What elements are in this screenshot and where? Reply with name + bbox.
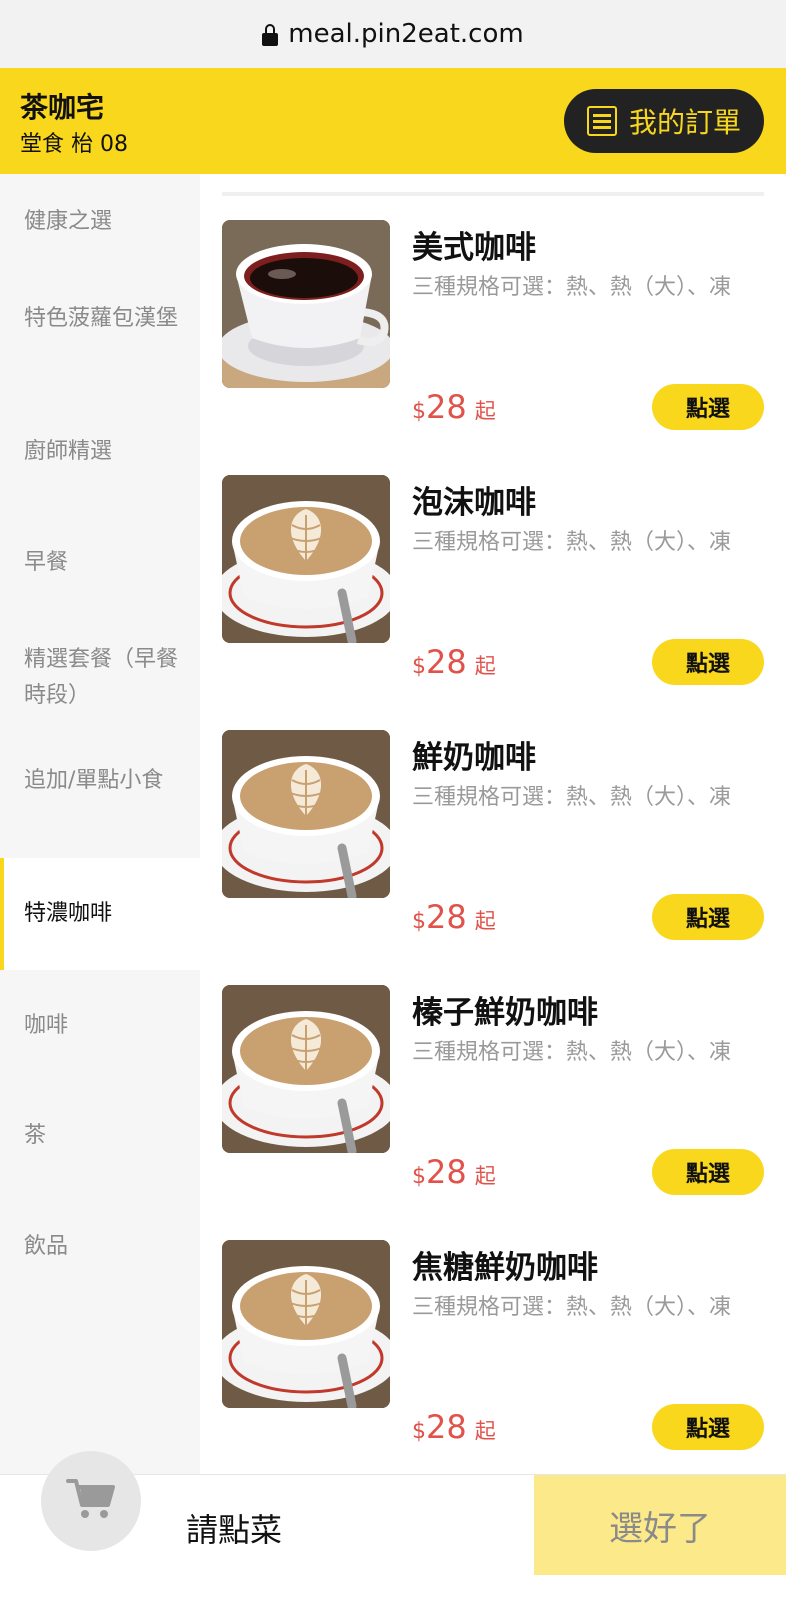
product-item: 泡沫咖啡 三種規格可選：熱、熱（大）、凍 $28 起 點選 bbox=[222, 475, 764, 731]
price-suffix: 起 bbox=[474, 399, 496, 423]
product-description: 三種規格可選：熱、熱（大）、凍 bbox=[412, 530, 732, 555]
confirm-selection-button[interactable]: 選好了 bbox=[534, 1475, 786, 1575]
sidebar-item-label: 特濃咖啡 bbox=[24, 901, 113, 926]
product-price: $28 起 bbox=[412, 388, 496, 426]
latte-art-image bbox=[222, 475, 390, 643]
price-amount: 28 bbox=[426, 388, 467, 426]
currency-symbol: $ bbox=[412, 1419, 426, 1444]
product-item: 美式咖啡 三種規格可選：熱、熱（大）、凍 $28 起 點選 bbox=[222, 220, 764, 476]
sidebar-item-label: 咖啡 bbox=[24, 1013, 69, 1038]
my-orders-label: 我的訂單 bbox=[628, 106, 741, 139]
product-item: 焦糖鮮奶咖啡 三種規格可選：熱、熱（大）、凍 $28 起 點選 bbox=[222, 1240, 764, 1496]
select-button[interactable]: 點選 bbox=[652, 894, 764, 940]
product-name: 榛子鮮奶咖啡 bbox=[412, 995, 598, 1031]
price-suffix: 起 bbox=[474, 1164, 496, 1188]
select-button[interactable]: 點選 bbox=[652, 1404, 764, 1450]
price-amount: 28 bbox=[426, 898, 467, 936]
price-suffix: 起 bbox=[474, 909, 496, 933]
store-header: 茶咖宅 堂食 枱 08 我的訂單 bbox=[0, 68, 786, 174]
price-amount: 28 bbox=[426, 1408, 467, 1446]
lock-icon bbox=[262, 24, 279, 46]
select-button[interactable]: 點選 bbox=[652, 384, 764, 430]
sidebar-item-coffee[interactable]: 咖啡 bbox=[0, 1008, 200, 1044]
sidebar-item-label: 特色菠蘿包漢堡 bbox=[24, 306, 179, 331]
product-name: 焦糖鮮奶咖啡 bbox=[412, 1250, 598, 1286]
product-name: 鮮奶咖啡 bbox=[412, 740, 536, 776]
price-amount: 28 bbox=[426, 643, 467, 681]
product-name: 美式咖啡 bbox=[412, 230, 536, 266]
product-price: $28 起 bbox=[412, 898, 496, 936]
price-suffix: 起 bbox=[474, 1419, 496, 1443]
sidebar-item-set-meal[interactable]: 精選套餐（早餐時段） bbox=[0, 642, 200, 714]
sidebar-item-drinks[interactable]: 飲品 bbox=[0, 1229, 200, 1265]
table-info: 堂食 枱 08 bbox=[20, 132, 128, 157]
sidebar-item-tea[interactable]: 茶 bbox=[0, 1118, 200, 1154]
product-description: 三種規格可選：熱、熱（大）、凍 bbox=[412, 275, 732, 300]
latte-art-image bbox=[222, 730, 390, 898]
list-divider bbox=[222, 192, 764, 196]
sidebar-item-label: 精選套餐（早餐時段） bbox=[24, 647, 179, 708]
latte-art-image bbox=[222, 1240, 390, 1408]
select-button[interactable]: 點選 bbox=[652, 1149, 764, 1195]
sidebar-item-label: 茶 bbox=[24, 1123, 47, 1148]
sidebar-item-snacks[interactable]: 追加/單點小食 bbox=[0, 763, 200, 799]
product-name: 泡沫咖啡 bbox=[412, 485, 536, 521]
product-description: 三種規格可選：熱、熱（大）、凍 bbox=[412, 785, 732, 810]
product-price: $28 起 bbox=[412, 1153, 496, 1191]
browser-address-bar[interactable]: meal.pin2eat.com bbox=[0, 0, 786, 68]
url-text: meal.pin2eat.com bbox=[288, 19, 524, 49]
price-suffix: 起 bbox=[474, 654, 496, 678]
checkout-bar: 請點菜 選好了 bbox=[0, 1451, 786, 1600]
sidebar-item-label: 健康之選 bbox=[24, 209, 113, 234]
sidebar-item-health[interactable]: 健康之選 bbox=[0, 204, 200, 240]
sidebar-item-label: 早餐 bbox=[24, 550, 69, 575]
cart-button[interactable] bbox=[41, 1451, 141, 1551]
product-price: $28 起 bbox=[412, 643, 496, 681]
sidebar-item-label: 飲品 bbox=[24, 1234, 69, 1259]
sidebar-item-label: 追加/單點小食 bbox=[24, 768, 164, 793]
sidebar-item-breakfast[interactable]: 早餐 bbox=[0, 545, 200, 581]
select-button[interactable]: 點選 bbox=[652, 639, 764, 685]
product-description: 三種規格可選：熱、熱（大）、凍 bbox=[412, 1295, 732, 1320]
sidebar-item-label: 廚師精選 bbox=[24, 439, 113, 464]
product-item: 榛子鮮奶咖啡 三種規格可選：熱、熱（大）、凍 $28 起 點選 bbox=[222, 985, 764, 1241]
category-sidebar: 健康之選 特色菠蘿包漢堡 廚師精選 早餐 精選套餐（早餐時段） 追加/單點小食 … bbox=[0, 174, 200, 1474]
product-price: $28 起 bbox=[412, 1408, 496, 1446]
latte-art-image bbox=[222, 985, 390, 1153]
black-coffee-image bbox=[222, 220, 390, 388]
currency-symbol: $ bbox=[412, 909, 426, 934]
currency-symbol: $ bbox=[412, 1164, 426, 1189]
product-item: 鮮奶咖啡 三種規格可選：熱、熱（大）、凍 $28 起 點選 bbox=[222, 730, 764, 986]
store-name: 茶咖宅 bbox=[20, 91, 105, 124]
sidebar-item-chef-selection[interactable]: 廚師精選 bbox=[0, 434, 200, 470]
product-description: 三種規格可選：熱、熱（大）、凍 bbox=[412, 1040, 732, 1065]
price-amount: 28 bbox=[426, 1153, 467, 1191]
sidebar-item-espresso[interactable]: 特濃咖啡 bbox=[0, 858, 200, 970]
order-prompt: 請點菜 bbox=[186, 1511, 283, 1549]
order-list-icon bbox=[586, 106, 617, 136]
currency-symbol: $ bbox=[412, 399, 426, 424]
my-orders-button[interactable]: 我的訂單 bbox=[564, 89, 764, 153]
shopping-cart-icon bbox=[66, 1477, 116, 1525]
sidebar-item-pineapple-bun-burger[interactable]: 特色菠蘿包漢堡 bbox=[0, 301, 200, 337]
currency-symbol: $ bbox=[412, 654, 426, 679]
